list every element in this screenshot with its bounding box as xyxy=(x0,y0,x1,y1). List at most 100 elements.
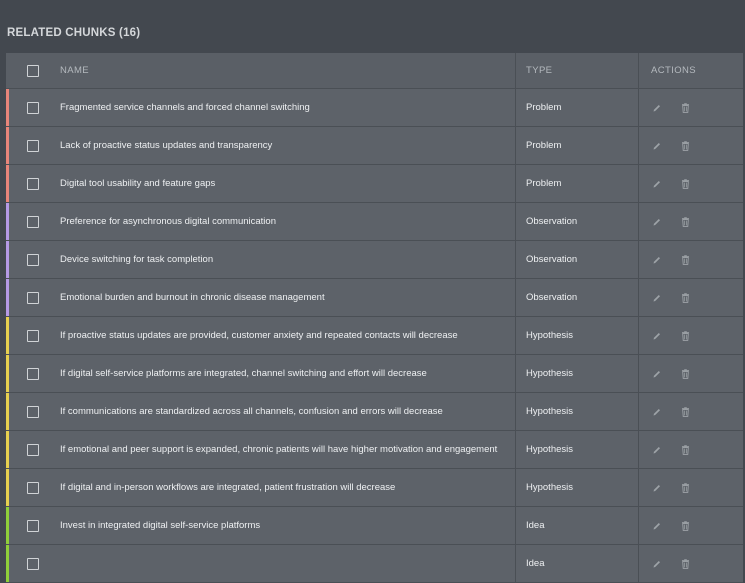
chunk-type: Idea xyxy=(516,545,639,582)
trash-icon[interactable] xyxy=(679,482,691,494)
trash-icon[interactable] xyxy=(679,558,691,570)
select-all-checkbox[interactable] xyxy=(27,64,39,77)
table-row[interactable]: If communications are standardized acros… xyxy=(6,393,743,431)
row-checkbox[interactable] xyxy=(27,557,39,570)
chunk-type: Idea xyxy=(516,507,639,544)
row-checkbox[interactable] xyxy=(27,139,39,152)
pencil-icon[interactable] xyxy=(651,558,663,570)
row-checkbox[interactable] xyxy=(27,481,39,494)
type-color-stripe xyxy=(6,165,9,202)
row-select-cell xyxy=(6,481,56,494)
table-row[interactable]: Digital tool usability and feature gaps P… xyxy=(6,165,743,203)
chunk-name[interactable]: If emotional and peer support is expande… xyxy=(56,431,516,468)
chunk-type: Problem xyxy=(516,89,639,126)
pencil-icon[interactable] xyxy=(651,482,663,494)
row-checkbox[interactable] xyxy=(27,367,39,380)
chunk-name[interactable]: Emotional burden and burnout in chronic … xyxy=(56,279,516,316)
table-row[interactable]: Preference for asynchronous digital comm… xyxy=(6,203,743,241)
chunk-name[interactable]: Lack of proactive status updates and tra… xyxy=(56,127,516,164)
trash-icon[interactable] xyxy=(679,368,691,380)
row-checkbox[interactable] xyxy=(27,519,39,532)
row-checkbox[interactable] xyxy=(27,329,39,342)
pencil-icon[interactable] xyxy=(651,102,663,114)
trash-icon[interactable] xyxy=(679,520,691,532)
chunk-name[interactable]: Preference for asynchronous digital comm… xyxy=(56,203,516,240)
trash-icon[interactable] xyxy=(679,140,691,152)
row-select-cell xyxy=(6,215,56,228)
table-row[interactable]: If digital self-service platforms are in… xyxy=(6,355,743,393)
trash-icon[interactable] xyxy=(679,330,691,342)
pencil-icon[interactable] xyxy=(651,254,663,266)
chunk-name[interactable]: Device switching for task completion xyxy=(56,241,516,278)
trash-icon[interactable] xyxy=(679,406,691,418)
row-actions xyxy=(639,241,743,278)
row-select-cell xyxy=(6,177,56,190)
chunk-type: Problem xyxy=(516,165,639,202)
type-color-stripe xyxy=(6,393,9,430)
row-actions xyxy=(639,89,743,126)
pencil-icon[interactable] xyxy=(651,292,663,304)
row-actions xyxy=(639,545,743,582)
column-header-type[interactable]: TYPE xyxy=(516,53,639,88)
row-actions xyxy=(639,279,743,316)
table-row[interactable]: Lack of proactive status updates and tra… xyxy=(6,127,743,165)
row-checkbox[interactable] xyxy=(27,215,39,228)
trash-icon[interactable] xyxy=(679,254,691,266)
trash-icon[interactable] xyxy=(679,292,691,304)
chunk-name[interactable]: Fragmented service channels and forced c… xyxy=(56,89,516,126)
chunk-name[interactable]: If communications are standardized acros… xyxy=(56,393,516,430)
chunk-type: Hypothesis xyxy=(516,355,639,392)
trash-icon[interactable] xyxy=(679,216,691,228)
pencil-icon[interactable] xyxy=(651,406,663,418)
row-checkbox[interactable] xyxy=(27,253,39,266)
chunk-name[interactable]: If digital and in-person workflows are i… xyxy=(56,469,516,506)
column-header-actions: ACTIONS xyxy=(651,65,697,76)
table-row[interactable]: If proactive status updates are provided… xyxy=(6,317,743,355)
type-color-stripe xyxy=(6,431,9,468)
row-select-cell xyxy=(6,291,56,304)
related-chunks-table: NAME TYPE ACTIONS Fragmented service cha… xyxy=(6,53,743,583)
row-select-cell xyxy=(6,519,56,532)
chunk-name[interactable]: Invest in integrated digital self-servic… xyxy=(56,507,516,544)
pencil-icon[interactable] xyxy=(651,368,663,380)
chunk-name[interactable]: If proactive status updates are provided… xyxy=(56,317,516,354)
row-actions xyxy=(639,165,743,202)
row-actions xyxy=(639,507,743,544)
pencil-icon[interactable] xyxy=(651,520,663,532)
chunk-name[interactable] xyxy=(56,545,516,582)
type-color-stripe xyxy=(6,203,9,240)
row-checkbox[interactable] xyxy=(27,101,39,114)
pencil-icon[interactable] xyxy=(651,330,663,342)
row-checkbox[interactable] xyxy=(27,443,39,456)
table-row[interactable]: Device switching for task completion Obse… xyxy=(6,241,743,279)
select-all-cell xyxy=(6,64,56,77)
trash-icon[interactable] xyxy=(679,178,691,190)
row-checkbox[interactable] xyxy=(27,291,39,304)
table-row[interactable]: Fragmented service channels and forced c… xyxy=(6,89,743,127)
trash-icon[interactable] xyxy=(679,102,691,114)
chunk-name[interactable]: Digital tool usability and feature gaps xyxy=(56,165,516,202)
pencil-icon[interactable] xyxy=(651,140,663,152)
trash-icon[interactable] xyxy=(679,444,691,456)
table-body: Fragmented service channels and forced c… xyxy=(6,89,743,583)
table-row[interactable]: If emotional and peer support is expande… xyxy=(6,431,743,469)
row-checkbox[interactable] xyxy=(27,405,39,418)
type-color-stripe xyxy=(6,89,9,126)
row-checkbox[interactable] xyxy=(27,177,39,190)
table-row[interactable]: Invest in integrated digital self-servic… xyxy=(6,507,743,545)
table-row[interactable]: Idea xyxy=(6,545,743,583)
type-color-stripe xyxy=(6,355,9,392)
chunk-type: Hypothesis xyxy=(516,317,639,354)
table-row[interactable]: Emotional burden and burnout in chronic … xyxy=(6,279,743,317)
row-actions xyxy=(639,393,743,430)
table-row[interactable]: If digital and in-person workflows are i… xyxy=(6,469,743,507)
pencil-icon[interactable] xyxy=(651,216,663,228)
chunk-name[interactable]: If digital self-service platforms are in… xyxy=(56,355,516,392)
row-select-cell xyxy=(6,367,56,380)
pencil-icon[interactable] xyxy=(651,178,663,190)
chunk-type: Observation xyxy=(516,203,639,240)
pencil-icon[interactable] xyxy=(651,444,663,456)
chunk-type: Problem xyxy=(516,127,639,164)
column-header-name[interactable]: NAME xyxy=(56,53,516,88)
row-select-cell xyxy=(6,443,56,456)
